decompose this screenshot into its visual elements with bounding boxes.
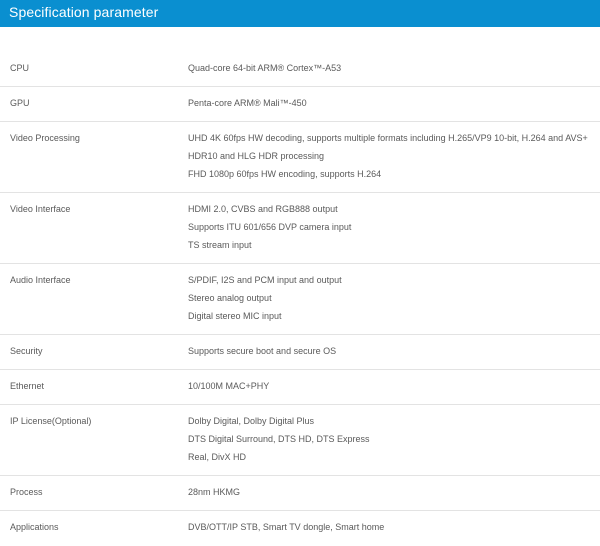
- section-header: Specification parameter: [0, 0, 600, 27]
- spec-row: Process 28nm HKMG: [0, 476, 600, 511]
- spec-value: Real, DivX HD: [188, 452, 247, 462]
- spec-row: Ethernet 10/100M MAC+PHY: [0, 370, 600, 405]
- spec-value: Supports ITU 601/656 DVP camera input: [188, 222, 352, 232]
- spec-value: DTS Digital Surround, DTS HD, DTS Expres…: [188, 434, 370, 444]
- spec-row: IP License(Optional) Dolby Digital, Dolby…: [0, 405, 600, 476]
- spec-values: DVB/OTT/IP STB, Smart TV dongle, Smart h…: [188, 518, 596, 536]
- spec-value: Penta-core ARM® Mali™-450: [188, 98, 307, 108]
- spec-value: FHD 1080p 60fps HW encoding, supports H.…: [188, 169, 382, 179]
- spec-values: 10/100M MAC+PHY: [188, 377, 596, 395]
- spec-values: 28nm HKMG: [188, 483, 596, 501]
- spec-value: DVB/OTT/IP STB, Smart TV dongle, Smart h…: [188, 522, 385, 532]
- spec-value: TS stream input: [188, 240, 252, 250]
- spec-row: Audio Interface S/PDIF, I2S and PCM input…: [0, 264, 600, 335]
- spec-values: Supports secure boot and secure OS: [188, 342, 596, 360]
- spec-row: CPU Quad-core 64-bit ARM® Cortex™-A53: [0, 52, 600, 87]
- spec-label: IP License(Optional): [10, 416, 92, 426]
- spec-values: Dolby Digital, Dolby Digital Plus DTS Dig…: [188, 412, 596, 466]
- spec-label: Applications: [10, 522, 59, 532]
- spec-value: Quad-core 64-bit ARM® Cortex™-A53: [188, 63, 342, 73]
- spec-label: Process: [10, 487, 43, 497]
- spec-value: UHD 4K 60fps HW decoding, supports multi…: [188, 133, 588, 143]
- spec-value: Supports secure boot and secure OS: [188, 346, 337, 356]
- spec-label: Audio Interface: [10, 275, 71, 285]
- spec-label: Video Processing: [10, 133, 80, 143]
- spec-value: 28nm HKMG: [188, 487, 241, 497]
- spec-row: GPU Penta-core ARM® Mali™-450: [0, 87, 600, 122]
- spec-value: Stereo analog output: [188, 293, 272, 303]
- spec-label: Ethernet: [10, 381, 45, 391]
- spec-values: Quad-core 64-bit ARM® Cortex™-A53: [188, 59, 596, 77]
- section-title: Specification parameter: [9, 4, 159, 20]
- spec-values: Penta-core ARM® Mali™-450: [188, 94, 596, 112]
- spec-values: UHD 4K 60fps HW decoding, supports multi…: [188, 129, 596, 183]
- spec-row: Video Processing UHD 4K 60fps HW decoding…: [0, 122, 600, 193]
- spec-value: S/PDIF, I2S and PCM input and output: [188, 275, 342, 285]
- spec-label: GPU: [10, 98, 30, 108]
- spec-value: Dolby Digital, Dolby Digital Plus: [188, 416, 315, 426]
- spec-row: Security Supports secure boot and secure …: [0, 335, 600, 370]
- spec-value: HDMI 2.0, CVBS and RGB888 output: [188, 204, 338, 214]
- spec-value: 10/100M MAC+PHY: [188, 381, 270, 391]
- spec-values: HDMI 2.0, CVBS and RGB888 output Supports…: [188, 200, 596, 254]
- spec-row: Video Interface HDMI 2.0, CVBS and RGB888…: [0, 193, 600, 264]
- spec-label: Video Interface: [10, 204, 71, 214]
- spec-values: S/PDIF, I2S and PCM input and output Ster…: [188, 271, 596, 325]
- spec-label: Security: [10, 346, 43, 356]
- spec-label: CPU: [10, 63, 30, 73]
- spec-value: Digital stereo MIC input: [188, 311, 282, 321]
- spec-value: HDR10 and HLG HDR processing: [188, 151, 325, 161]
